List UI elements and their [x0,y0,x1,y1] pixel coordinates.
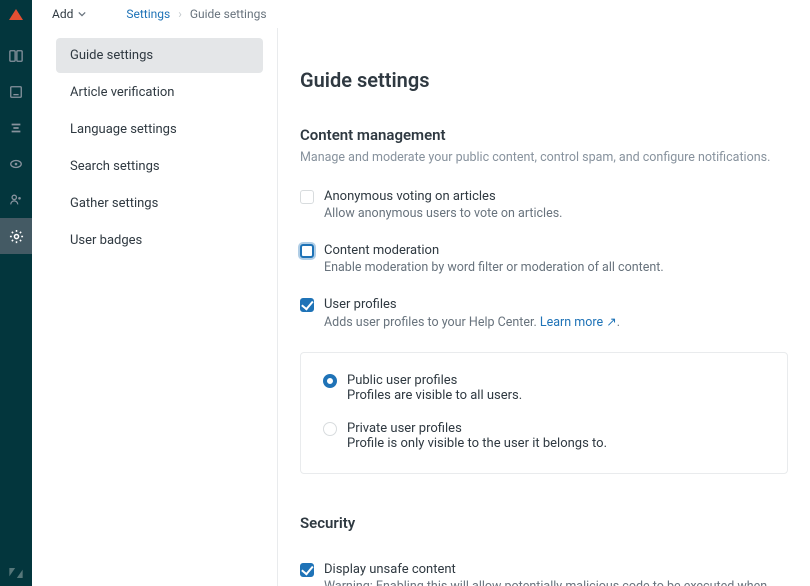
sidebar-item-article-verification[interactable]: Article verification [56,75,263,110]
rail-item-eye-icon[interactable] [0,146,32,182]
add-menu-button[interactable]: Add [52,7,86,21]
section-title-content-management: Content management [300,126,788,144]
checkbox-anonymous-voting[interactable] [300,190,314,204]
option-sublabel: Enable moderation by word filter or mode… [324,260,664,275]
option-sublabel: Adds user profiles to your Help Center. … [324,314,620,330]
checkbox-display-unsafe-content[interactable] [300,563,314,577]
radio-option-private-profiles: Private user profiles Profile is only vi… [323,421,765,451]
radio-label: Public user profiles [347,373,522,388]
checkbox-content-moderation[interactable] [300,244,314,258]
section-security: Security Display unsafe content Warning:… [300,514,788,586]
sidebar-item-language-settings[interactable]: Language settings [56,112,263,147]
sidebar-item-user-badges[interactable]: User badges [56,223,263,258]
option-label: Anonymous voting on articles [324,189,562,204]
option-display-unsafe-content: Display unsafe content Warning: Enabling… [300,562,788,586]
chevron-down-icon [78,10,86,18]
option-anonymous-voting: Anonymous voting on articles Allow anony… [300,189,788,221]
sidebar-item-search-settings[interactable]: Search settings [56,149,263,184]
external-link-icon: ↗ [606,315,616,330]
rail-item-knowledge-icon[interactable] [0,74,32,110]
app-logo-icon [6,6,26,26]
breadcrumb-current: Guide settings [190,7,267,21]
option-sublabel: Allow anonymous users to vote on article… [324,206,562,221]
add-label: Add [52,7,73,21]
page-title: Guide settings [300,68,788,92]
option-label: Display unsafe content [324,562,788,577]
option-label: Content moderation [324,243,664,258]
rail-footer-icon [9,568,23,578]
radio-private-profiles[interactable] [323,422,337,436]
option-content-moderation: Content moderation Enable moderation by … [300,243,788,275]
main-content: Guide settings Content management Manage… [278,28,810,586]
radio-public-profiles[interactable] [323,374,337,388]
learn-more-link[interactable]: Learn more [540,315,603,330]
checkbox-user-profiles[interactable] [300,298,314,312]
option-user-profiles: User profiles Adds user profiles to your… [300,297,788,330]
sidebar: Guide settings Article verification Lang… [32,28,278,586]
rail-item-users-icon[interactable] [0,182,32,218]
sidebar-item-guide-settings[interactable]: Guide settings [56,38,263,73]
rail-item-settings-icon[interactable] [0,218,32,254]
icon-rail [0,0,32,586]
radio-label: Private user profiles [347,421,607,436]
section-desc-content-management: Manage and moderate your public content,… [300,150,788,165]
rail-item-guide-icon[interactable] [0,38,32,74]
chevron-right-icon: › [178,7,182,21]
section-title-security: Security [300,514,788,532]
radio-sublabel: Profile is only visible to the user it b… [347,436,607,451]
radio-option-public-profiles: Public user profiles Profiles are visibl… [323,373,765,403]
option-label: User profiles [324,297,620,312]
breadcrumb: Settings › Guide settings [126,7,266,21]
radio-sublabel: Profiles are visible to all users. [347,388,522,403]
topbar: Add Settings › Guide settings [32,0,810,28]
sidebar-item-gather-settings[interactable]: Gather settings [56,186,263,221]
rail-item-arrange-icon[interactable] [0,110,32,146]
breadcrumb-link-settings[interactable]: Settings [126,7,170,21]
profile-visibility-panel: Public user profiles Profiles are visibl… [300,352,788,474]
option-sublabel: Warning: Enabling this will allow potent… [324,579,788,586]
